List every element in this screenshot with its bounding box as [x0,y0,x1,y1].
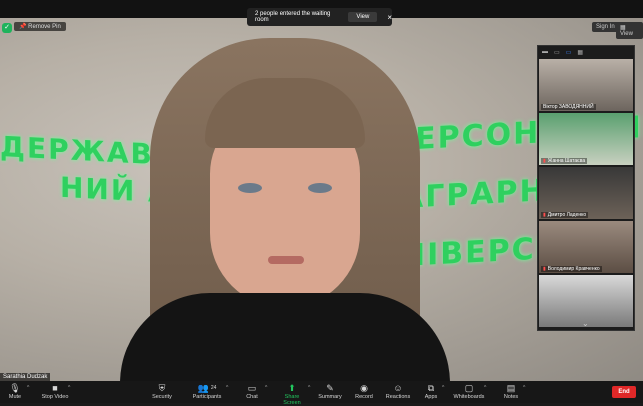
notes-label: Notes [503,394,519,400]
grid-view-icon[interactable]: ▦ [577,49,583,56]
whiteboards-button[interactable]: ▢ Whiteboards [452,381,486,403]
participants-button[interactable]: 👥 24 Participants [190,381,224,403]
speaker-mouth [268,256,304,264]
speaker-name-tag: Sarathia Dudzak [0,373,51,381]
apps-icon: ⧉ [427,383,435,393]
banner-text: 2 people entered the waiting room [255,11,331,23]
speaker-eye [308,183,332,193]
summary-label: Summary [318,394,342,400]
gallery-panel: ▬ ▭ ▭ ▦ Віктор ЗАВОДЯННИЙ ▮ Жанна Шатаєва… [537,45,635,331]
participant-name: Віктор ЗАВОДЯННИЙ [541,104,596,110]
speaker-sweater [120,293,450,381]
participant-label: ▮ Дмитро Ладенко [541,212,589,218]
participant-label: ▮ Жанна Шатаєва [541,158,588,164]
participants-count: 24 [210,385,217,391]
record-label: Record [355,394,373,400]
mute-button[interactable]: 🎙 Mute [4,381,26,403]
chevron-up-icon[interactable]: ^ [523,385,525,391]
video-camera-icon: ■ [52,383,58,393]
speaker-figure [120,38,450,381]
remove-pin-label: Remove Pin [28,24,61,30]
participant-tile[interactable]: ▮ Дмитро Ладенко [539,167,633,219]
view-label: View [620,31,633,37]
muted-mic-icon: ▮ [543,158,546,164]
gallery-controls: ▬ ▭ ▭ ▦ [538,46,634,58]
speaker-eye [238,183,262,193]
whiteboard-icon: ▢ [464,383,474,393]
record-button[interactable]: ◉ Record [352,381,376,403]
participant-name: Жанна Шатаєва [547,158,586,164]
stop-video-label: Stop Video [41,394,69,400]
speaker-view-icon[interactable]: ▭ [566,49,572,56]
participant-tile[interactable]: ▮ Володимир Кравченко [539,221,633,273]
view-layout-button[interactable]: ▦ View [616,22,643,39]
participant-label: ▮ Володимир Кравченко [541,266,602,272]
share-screen-icon: ⬆ [288,383,296,393]
participants-icon: 👥 24 [197,383,217,393]
participant-tile[interactable]: Віктор ЗАВОДЯННИЙ [539,59,633,111]
share-screen-label: Share Screen [283,394,301,406]
chevron-down-icon[interactable]: ⌄ [582,319,589,328]
chevron-up-icon[interactable]: ^ [265,385,267,391]
stop-video-button[interactable]: ■ Stop Video [40,381,70,403]
shield-icon: ⛨ [158,383,166,393]
notes-button[interactable]: ▤ Notes [500,381,522,403]
chevron-up-icon[interactable]: ^ [442,385,444,391]
participant-name: Дмитро Ладенко [547,212,587,218]
muted-mic-icon: ▮ [543,212,546,218]
security-label: Security [152,394,172,400]
chevron-up-icon[interactable]: ^ [308,385,310,391]
chat-button[interactable]: ▭ Chat [242,381,262,403]
summary-icon: ✎ [326,383,334,393]
chevron-up-icon[interactable]: ^ [484,385,486,391]
participant-tile[interactable]: ▮ Жанна Шатаєва [539,113,633,165]
record-icon: ◉ [360,383,368,393]
security-button[interactable]: ⛨ Security [149,381,175,403]
strip-view-icon[interactable]: ▭ [554,49,560,56]
chat-bubble-icon: ▭ [247,383,257,393]
remove-pin-button[interactable]: 📌 Remove Pin [14,22,66,31]
whiteboards-label: Whiteboards [453,394,485,400]
reactions-label: Reactions [385,394,411,400]
chevron-up-icon[interactable]: ^ [68,385,70,391]
waiting-room-banner: 2 people entered the waiting room View × [247,8,392,26]
chevron-up-icon[interactable]: ^ [226,385,228,391]
minimize-icon[interactable]: ▬ [542,49,548,55]
smiley-icon: ☺ [393,383,403,393]
participant-name: Володимир Кравченко [547,266,600,272]
close-icon[interactable]: × [387,13,392,22]
muted-mic-icon: ▮ [543,266,546,272]
apps-label: Apps [424,394,438,400]
notes-icon: ▤ [506,383,516,393]
reactions-button[interactable]: ☺ Reactions [384,381,412,403]
security-shield-icon[interactable]: ✓ [2,23,12,33]
chevron-up-icon[interactable]: ^ [27,385,29,391]
sign-in-button[interactable]: Sign In [592,22,619,32]
summary-button[interactable]: ✎ Summary [317,381,343,403]
share-screen-button[interactable]: ⬆ Share Screen [276,381,308,406]
microphone-icon: 🎙 [9,383,21,393]
mute-label: Mute [8,394,22,400]
end-meeting-button[interactable]: End [612,386,636,398]
apps-button[interactable]: ⧉ Apps [421,381,441,403]
pin-icon: 📌 [19,24,27,30]
participants-label: Participants [192,394,222,400]
chat-label: Chat [246,394,258,400]
banner-view-button[interactable]: View [348,12,378,22]
